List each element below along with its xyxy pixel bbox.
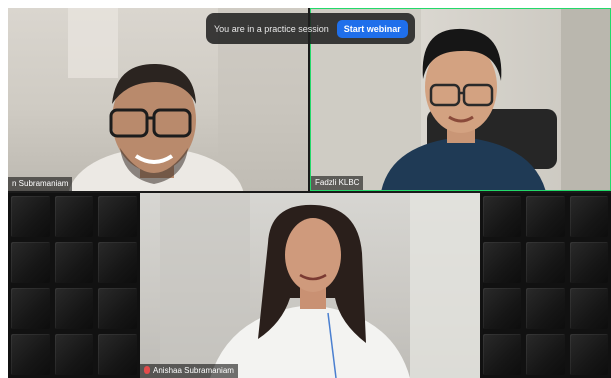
participant-name: Fadzli KLBC: [315, 178, 360, 187]
participant-name: Anishaa Subramaniam: [153, 366, 234, 375]
participant-name-tag: Anishaa Subramaniam: [140, 364, 238, 378]
participant-name: n Subramaniam: [12, 179, 69, 188]
video-gallery: n Subramaniam Fadzli KLBC Anishaa Subram…: [8, 8, 611, 378]
mic-muted-icon: [144, 366, 150, 374]
practice-session-banner: You are in a practice session Start webi…: [206, 13, 415, 44]
participant-name-tag: n Subramaniam: [8, 177, 73, 191]
start-webinar-button[interactable]: Start webinar: [336, 19, 408, 38]
participant-name-tag: Fadzli KLBC: [311, 176, 364, 190]
virtual-background-left: [8, 193, 140, 378]
video-tile-participant-3[interactable]: Anishaa Subramaniam: [140, 193, 480, 378]
participant-3-video: [160, 193, 480, 378]
practice-session-message: You are in a practice session: [214, 23, 329, 34]
virtual-background-right: [480, 193, 611, 378]
